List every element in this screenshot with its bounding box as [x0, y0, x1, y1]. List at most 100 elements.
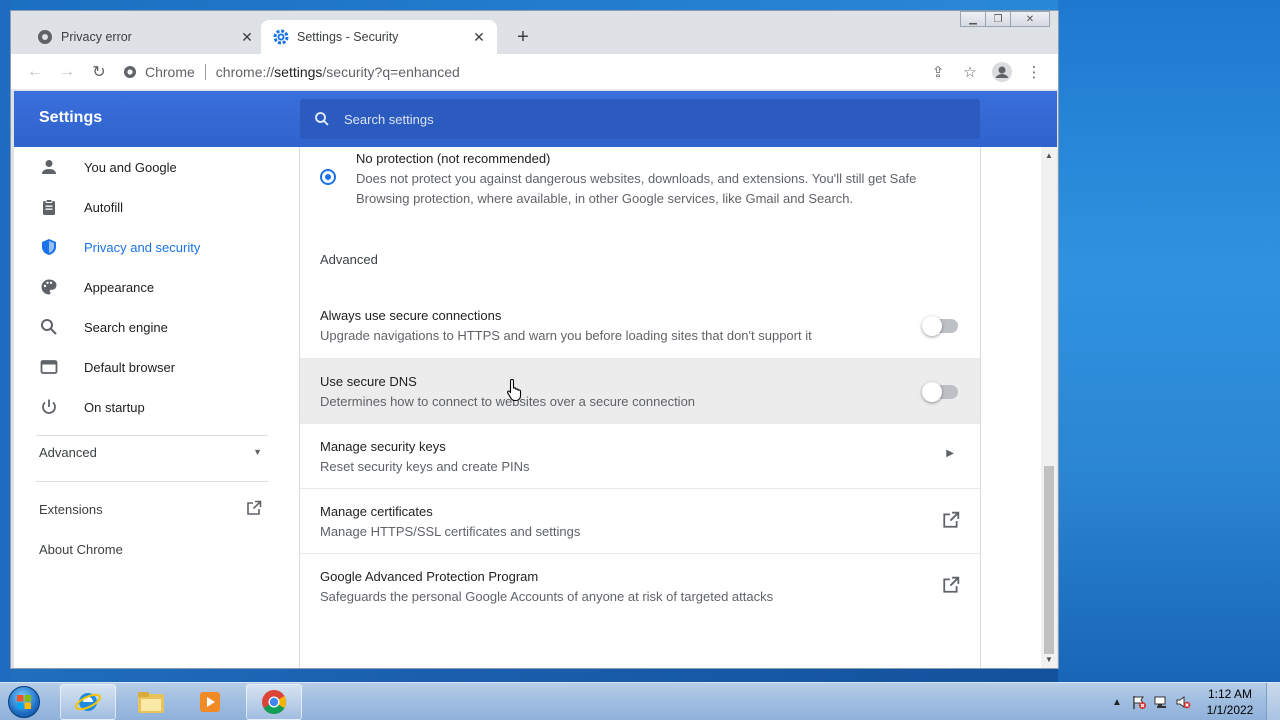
- row-desc: Safeguards the personal Google Accounts …: [320, 589, 774, 604]
- security-card: No protection (not recommended) Does not…: [300, 147, 981, 668]
- clock-date: 1/1/2022: [1206, 703, 1254, 717]
- sidebar-item-label: Extensions: [39, 501, 103, 517]
- tab-title: Settings - Security: [297, 30, 399, 44]
- address-bar[interactable]: Chrome chrome://settings/security?q=enha…: [123, 58, 923, 86]
- show-desktop-button[interactable]: [1266, 683, 1280, 720]
- no-protection-title: No protection (not recommended): [356, 151, 551, 166]
- chrome-site-icon: [124, 66, 136, 78]
- settings-sidebar: You and Google Autofill Privacy and secu…: [14, 147, 299, 668]
- network-icon[interactable]: [1150, 691, 1172, 713]
- advanced-heading: Advanced: [320, 252, 378, 267]
- sidebar-item-label: About Chrome: [39, 541, 123, 557]
- chevron-right-icon: ▶: [946, 448, 954, 459]
- sidebar-item-search-engine[interactable]: Search engine: [14, 307, 284, 347]
- settings-header: Settings: [14, 91, 1057, 147]
- bookmark-star-icon[interactable]: ☆: [954, 56, 986, 88]
- sidebar-advanced-toggle[interactable]: Advanced ▼: [14, 432, 262, 472]
- reload-icon[interactable]: ↻: [83, 56, 115, 88]
- close-tab-icon[interactable]: ✕: [469, 27, 489, 47]
- close-tab-icon[interactable]: ✕: [237, 27, 257, 47]
- settings-title: Settings: [39, 109, 103, 126]
- desktop-left-edge: [0, 0, 10, 682]
- sidebar-item-extensions[interactable]: Extensions: [14, 489, 262, 529]
- sidebar-item-you-and-google[interactable]: You and Google: [14, 147, 284, 187]
- sidebar-advanced-label: Advanced: [39, 444, 97, 460]
- url-text: chrome://settings/security?q=enhanced: [215, 64, 460, 80]
- close-window-icon[interactable]: ✕: [1010, 11, 1050, 27]
- sidebar-item-privacy-and-security[interactable]: Privacy and security: [14, 227, 284, 267]
- internet-explorer-icon[interactable]: [60, 684, 116, 720]
- tab-strip: Privacy error ✕ Settings - Security ✕ + …: [11, 11, 1058, 54]
- row-title: Always use secure connections: [320, 308, 502, 323]
- secure-dns-toggle[interactable]: [922, 382, 958, 402]
- search-icon: [300, 111, 344, 127]
- scroll-down-arrow-icon[interactable]: ▼: [1045, 655, 1053, 664]
- row-title: Google Advanced Protection Program: [320, 569, 539, 584]
- show-hidden-icons-icon[interactable]: ▲: [1106, 691, 1128, 713]
- sidebar-item-label: Appearance: [84, 279, 155, 295]
- sidebar-item-label: You and Google: [84, 159, 177, 175]
- file-explorer-icon[interactable]: [123, 684, 179, 720]
- profile-avatar-icon[interactable]: [986, 56, 1018, 88]
- scroll-up-arrow-icon[interactable]: ▲: [1045, 151, 1053, 160]
- row-title: Manage security keys: [320, 439, 446, 454]
- minimize-icon[interactable]: ▁: [960, 11, 986, 27]
- secure-dns-row[interactable]: Use secure DNS Determines how to connect…: [300, 358, 980, 423]
- search-settings-box[interactable]: [300, 99, 980, 139]
- person-icon: [14, 158, 84, 176]
- chrome-window: Privacy error ✕ Settings - Security ✕ + …: [10, 10, 1059, 669]
- always-secure-connections-row[interactable]: Always use secure connections Upgrade na…: [300, 293, 980, 358]
- sidebar-item-appearance[interactable]: Appearance: [14, 267, 284, 307]
- desktop-background: [1058, 0, 1280, 682]
- restore-icon[interactable]: ❐: [985, 11, 1011, 27]
- row-desc: Reset security keys and create PINs: [320, 459, 530, 474]
- external-link-icon: [942, 576, 960, 599]
- search-icon: [14, 318, 84, 336]
- advanced-protection-row[interactable]: Google Advanced Protection Program Safeg…: [300, 553, 980, 618]
- row-title: Use secure DNS: [320, 374, 417, 389]
- tab-settings-security[interactable]: Settings - Security ✕: [261, 20, 497, 54]
- new-tab-button[interactable]: +: [511, 25, 535, 49]
- clock-time: 1:12 AM: [1207, 687, 1253, 701]
- no-protection-option[interactable]: No protection (not recommended) Does not…: [300, 147, 980, 217]
- forward-icon[interactable]: →: [51, 56, 83, 88]
- tab-privacy-error[interactable]: Privacy error ✕: [25, 20, 265, 54]
- action-center-flag-icon[interactable]: [1128, 691, 1150, 713]
- media-player-icon[interactable]: [182, 684, 238, 720]
- palette-icon: [14, 278, 84, 296]
- chrome-icon[interactable]: [246, 684, 302, 720]
- tab-title: Privacy error: [61, 30, 132, 44]
- volume-muted-icon[interactable]: [1172, 691, 1194, 713]
- window-controls: ▁ ❐ ✕: [960, 11, 1050, 29]
- sidebar-item-default-browser[interactable]: Default browser: [14, 347, 284, 387]
- sidebar-item-label: Privacy and security: [84, 239, 201, 255]
- start-button[interactable]: [4, 684, 44, 720]
- shield-icon: [14, 238, 84, 256]
- search-input[interactable]: [344, 111, 904, 127]
- power-icon: [14, 398, 84, 416]
- sidebar-item-label: On startup: [84, 399, 145, 415]
- scrollbar-thumb[interactable]: [1044, 466, 1054, 654]
- sidebar-item-label: Search engine: [84, 319, 168, 335]
- sidebar-item-on-startup[interactable]: On startup: [14, 387, 284, 427]
- manage-certificates-row[interactable]: Manage certificates Manage HTTPS/SSL cer…: [300, 488, 980, 553]
- manage-security-keys-row[interactable]: Manage security keys Reset security keys…: [300, 423, 980, 488]
- windows-logo-icon: [8, 686, 40, 718]
- scrollbar[interactable]: ▲ ▼: [1041, 147, 1057, 668]
- sidebar-item-about-chrome[interactable]: About Chrome: [14, 529, 284, 569]
- radio-selected[interactable]: [320, 169, 336, 185]
- menu-kebab-icon[interactable]: ⋮: [1018, 56, 1050, 88]
- caret-down-icon: ▼: [253, 447, 262, 457]
- browser-toolbar: ← → ↻ Chrome chrome://settings/security?…: [11, 54, 1058, 90]
- sidebar-item-label: Default browser: [84, 359, 176, 375]
- back-icon[interactable]: ←: [19, 56, 51, 88]
- external-link-icon: [246, 500, 262, 519]
- share-icon[interactable]: ⇪: [922, 56, 954, 88]
- omnibox-divider: [204, 64, 206, 80]
- https-toggle[interactable]: [922, 316, 958, 336]
- gear-icon: [273, 29, 289, 45]
- clipboard-icon: [14, 198, 84, 216]
- warning-icon: [37, 29, 53, 45]
- clock[interactable]: 1:12 AM 1/1/2022: [1194, 686, 1266, 718]
- sidebar-item-autofill[interactable]: Autofill: [14, 187, 284, 227]
